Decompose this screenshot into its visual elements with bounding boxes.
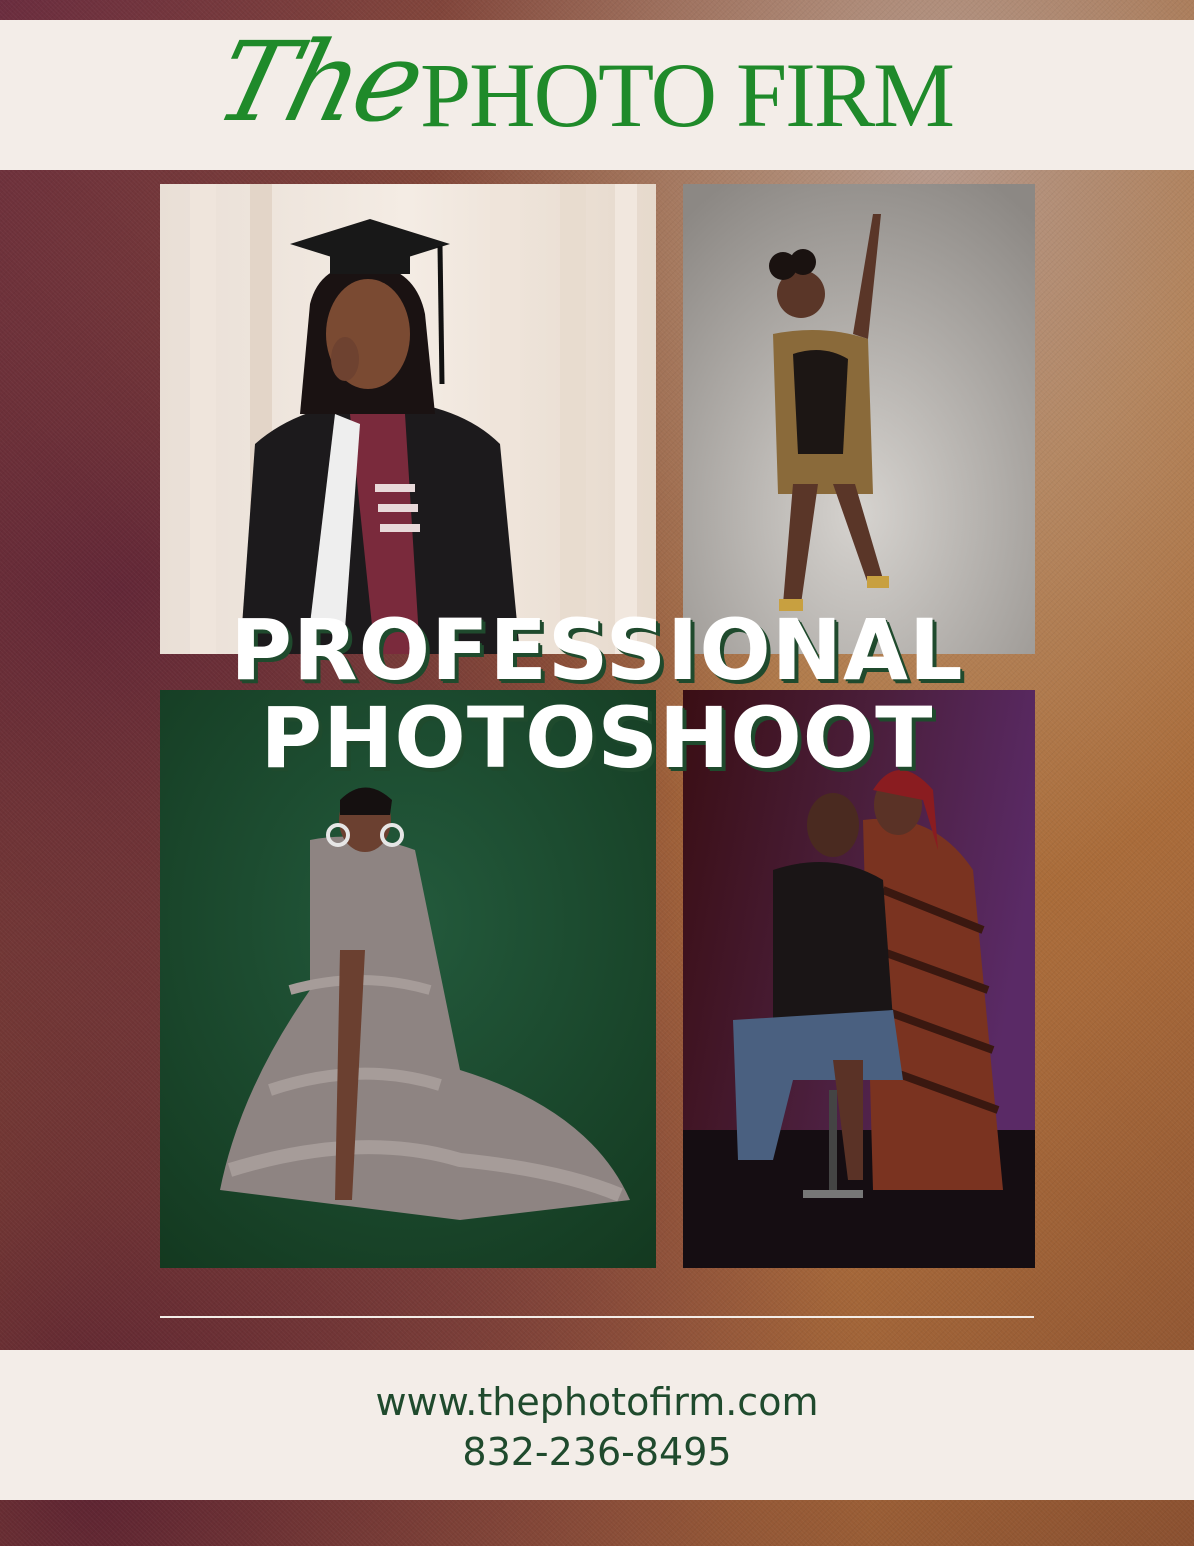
logo-script-word: The (204, 18, 434, 146)
headline-line-2: PHOTOSHOOT (260, 689, 934, 787)
phone-number[interactable]: 832-236-8495 (0, 1430, 1194, 1474)
logo-name: PHOTO FIRM (420, 44, 955, 146)
dancer-photo (683, 184, 1035, 654)
website-link[interactable]: www.thephotofirm.com (0, 1380, 1194, 1424)
brand-logo: The PHOTO FIRM (204, 18, 980, 174)
graduate-photo (160, 184, 656, 654)
divider (160, 1316, 1034, 1318)
headline-line-1: PROFESSIONAL (230, 601, 964, 699)
footer-band (0, 1350, 1194, 1500)
